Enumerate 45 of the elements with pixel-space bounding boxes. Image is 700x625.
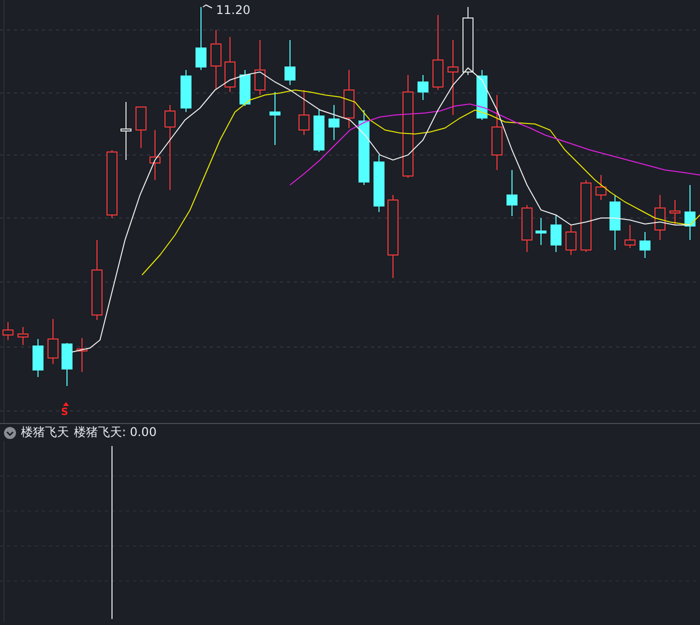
up-arrow-icon bbox=[63, 402, 69, 406]
high-price-label: 11.20 bbox=[216, 3, 250, 17]
candlestick bbox=[210, 30, 222, 90]
candlestick bbox=[150, 130, 160, 180]
candlestick bbox=[136, 106, 146, 148]
candlestick bbox=[62, 342, 72, 386]
chevron-down-icon[interactable] bbox=[4, 426, 16, 438]
sell-signal-mark: S bbox=[61, 407, 68, 419]
candlestick bbox=[684, 184, 696, 240]
candlestick bbox=[536, 218, 546, 246]
candlestick bbox=[270, 92, 280, 146]
candlestick bbox=[344, 70, 354, 128]
candlestick bbox=[32, 338, 44, 378]
candlestick bbox=[196, 6, 206, 70]
candlestick bbox=[522, 204, 532, 252]
candlestick bbox=[640, 232, 650, 258]
indicator-name: 楼猪飞天 bbox=[21, 424, 69, 441]
candlestick bbox=[314, 110, 324, 152]
candlestick bbox=[476, 70, 488, 120]
candlestick bbox=[596, 174, 606, 200]
candlestick bbox=[328, 104, 340, 140]
candlestick bbox=[18, 326, 28, 346]
candlestick bbox=[418, 74, 428, 100]
candlestick bbox=[670, 200, 680, 226]
candlestick bbox=[48, 318, 58, 364]
pointer-icon bbox=[202, 4, 212, 8]
candlestick bbox=[106, 150, 118, 218]
candlestick bbox=[462, 6, 474, 76]
candlestick bbox=[284, 40, 296, 86]
candlestick bbox=[624, 224, 636, 248]
candlestick bbox=[180, 70, 192, 112]
candlestick bbox=[506, 170, 518, 216]
candlestick bbox=[566, 224, 576, 256]
candlestick bbox=[374, 154, 384, 212]
candlestick bbox=[2, 322, 14, 340]
candlestick bbox=[610, 194, 620, 250]
candlestick bbox=[76, 338, 88, 372]
indicator-reading: 楼猪飞天: 0.00 bbox=[74, 424, 157, 441]
candlestick bbox=[224, 36, 236, 92]
candlestick bbox=[240, 70, 250, 106]
candlestick bbox=[654, 194, 666, 240]
candlestick bbox=[298, 90, 310, 136]
candlestick bbox=[550, 214, 562, 252]
candlestick bbox=[254, 40, 266, 96]
candlestick bbox=[120, 102, 132, 160]
